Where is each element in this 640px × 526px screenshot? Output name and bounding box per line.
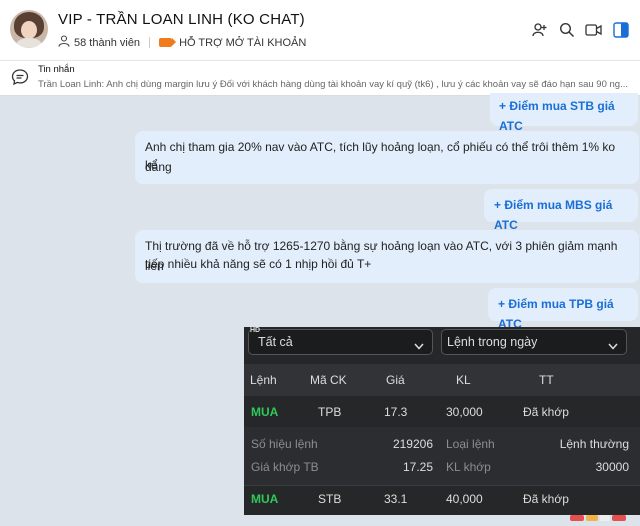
message-bubble[interactable]: + Điểm mua MBS giá ATC [484, 189, 638, 232]
detail-value: 219206 [392, 437, 433, 451]
message-bubble[interactable]: Thị trường đã về hỗ trợ 1265-1270 bằng s… [135, 230, 639, 283]
order-symbol: STB [318, 492, 342, 506]
order-panel: Tất cả HD Lệnh trong ngày Lệnh Mã CK Giá… [244, 327, 640, 515]
message-text: kể [145, 158, 158, 172]
member-count[interactable]: 58 thành viên [74, 37, 140, 49]
order-side: MUA [251, 492, 279, 506]
order-price: 17.3 [384, 405, 408, 419]
hd-badge: HD [250, 327, 261, 334]
order-detail: Số hiệu lệnh 219206 Loại lệnh Lệnh thườn… [244, 427, 640, 485]
support-tag-label[interactable]: HỖ TRỢ MỞ TÀI KHOẢN [179, 37, 306, 49]
detail-value: 30000 [595, 460, 629, 474]
column-header: KL [456, 373, 471, 387]
order-filter-select[interactable]: Tất cả [248, 329, 433, 355]
order-filter-value: Tất cả [258, 335, 293, 349]
chevron-down-icon [414, 339, 424, 353]
group-title[interactable]: VIP - TRẦN LOAN LINH (KO CHAT) [58, 11, 305, 28]
order-qty: 40,000 [446, 492, 483, 506]
video-call-icon[interactable] [580, 18, 607, 42]
add-member-icon[interactable] [526, 18, 553, 42]
period-filter-select[interactable]: Lệnh trong ngày [441, 329, 627, 355]
message-bubble[interactable]: + Điểm mua STB giá ATC [490, 93, 638, 133]
order-qty: 30,000 [446, 405, 483, 419]
order-status: Đã khớp [523, 405, 569, 419]
sidebar-toggle-icon[interactable] [607, 18, 634, 42]
tag-icon [159, 38, 177, 47]
detail-label: Loại lệnh [446, 437, 495, 451]
group-subtitle: 58 thành viên HỖ TRỢ MỞ TÀI KHOẢN [58, 35, 306, 50]
pinned-text: Trần Loan Linh: Anh chị dùng margin lưu … [38, 79, 629, 90]
chevron-down-icon [608, 339, 618, 353]
message-text: Anh chị tham gia 20% nav vào ATC, tích l… [145, 140, 616, 174]
people-icon [58, 35, 70, 50]
reaction-icons[interactable] [568, 508, 640, 521]
column-header: Lệnh [250, 373, 277, 387]
message-text: + Điểm mua STB giá ATC [499, 99, 615, 133]
order-symbol: TPB [318, 405, 342, 419]
pinned-label: Tin nhắn [38, 64, 75, 75]
message-text: tiếp nhiều khả năng sẽ có 1 nhịp hồi đủ … [145, 257, 372, 271]
pinned-message-bar[interactable]: Tin nhắn Trần Loan Linh: Anh chị dùng ma… [0, 60, 640, 96]
detail-value: Lệnh thường [559, 437, 629, 451]
chat-icon [11, 68, 29, 91]
column-header: TT [539, 373, 554, 387]
message-bubble[interactable]: + Điểm mua TPB giá ATC [488, 288, 638, 331]
table-row[interactable]: MUA TPB 17.3 30,000 Đã khớp [244, 397, 640, 427]
period-filter-value: Lệnh trong ngày [447, 335, 538, 349]
search-icon[interactable] [553, 18, 580, 42]
detail-label: Số hiệu lệnh [251, 437, 318, 451]
order-status: Đã khớp [523, 492, 569, 506]
order-table-header: Lệnh Mã CK Giá KL TT [244, 364, 640, 396]
avatar[interactable] [10, 10, 48, 48]
order-side: MUA [251, 405, 279, 419]
message-text: + Điểm mua MBS giá ATC [494, 198, 613, 232]
detail-label: Giá khớp TB [251, 460, 319, 474]
column-header: Mã CK [310, 373, 347, 387]
message-bubble[interactable]: Anh chị tham gia 20% nav vào ATC, tích l… [135, 131, 639, 184]
detail-value: 17.25 [402, 460, 433, 474]
chat-header: VIP - TRẦN LOAN LINH (KO CHAT) 58 thành … [0, 0, 640, 60]
column-header: Giá [386, 373, 405, 387]
detail-label: KL khớp [446, 460, 491, 474]
order-price: 33.1 [384, 492, 408, 506]
